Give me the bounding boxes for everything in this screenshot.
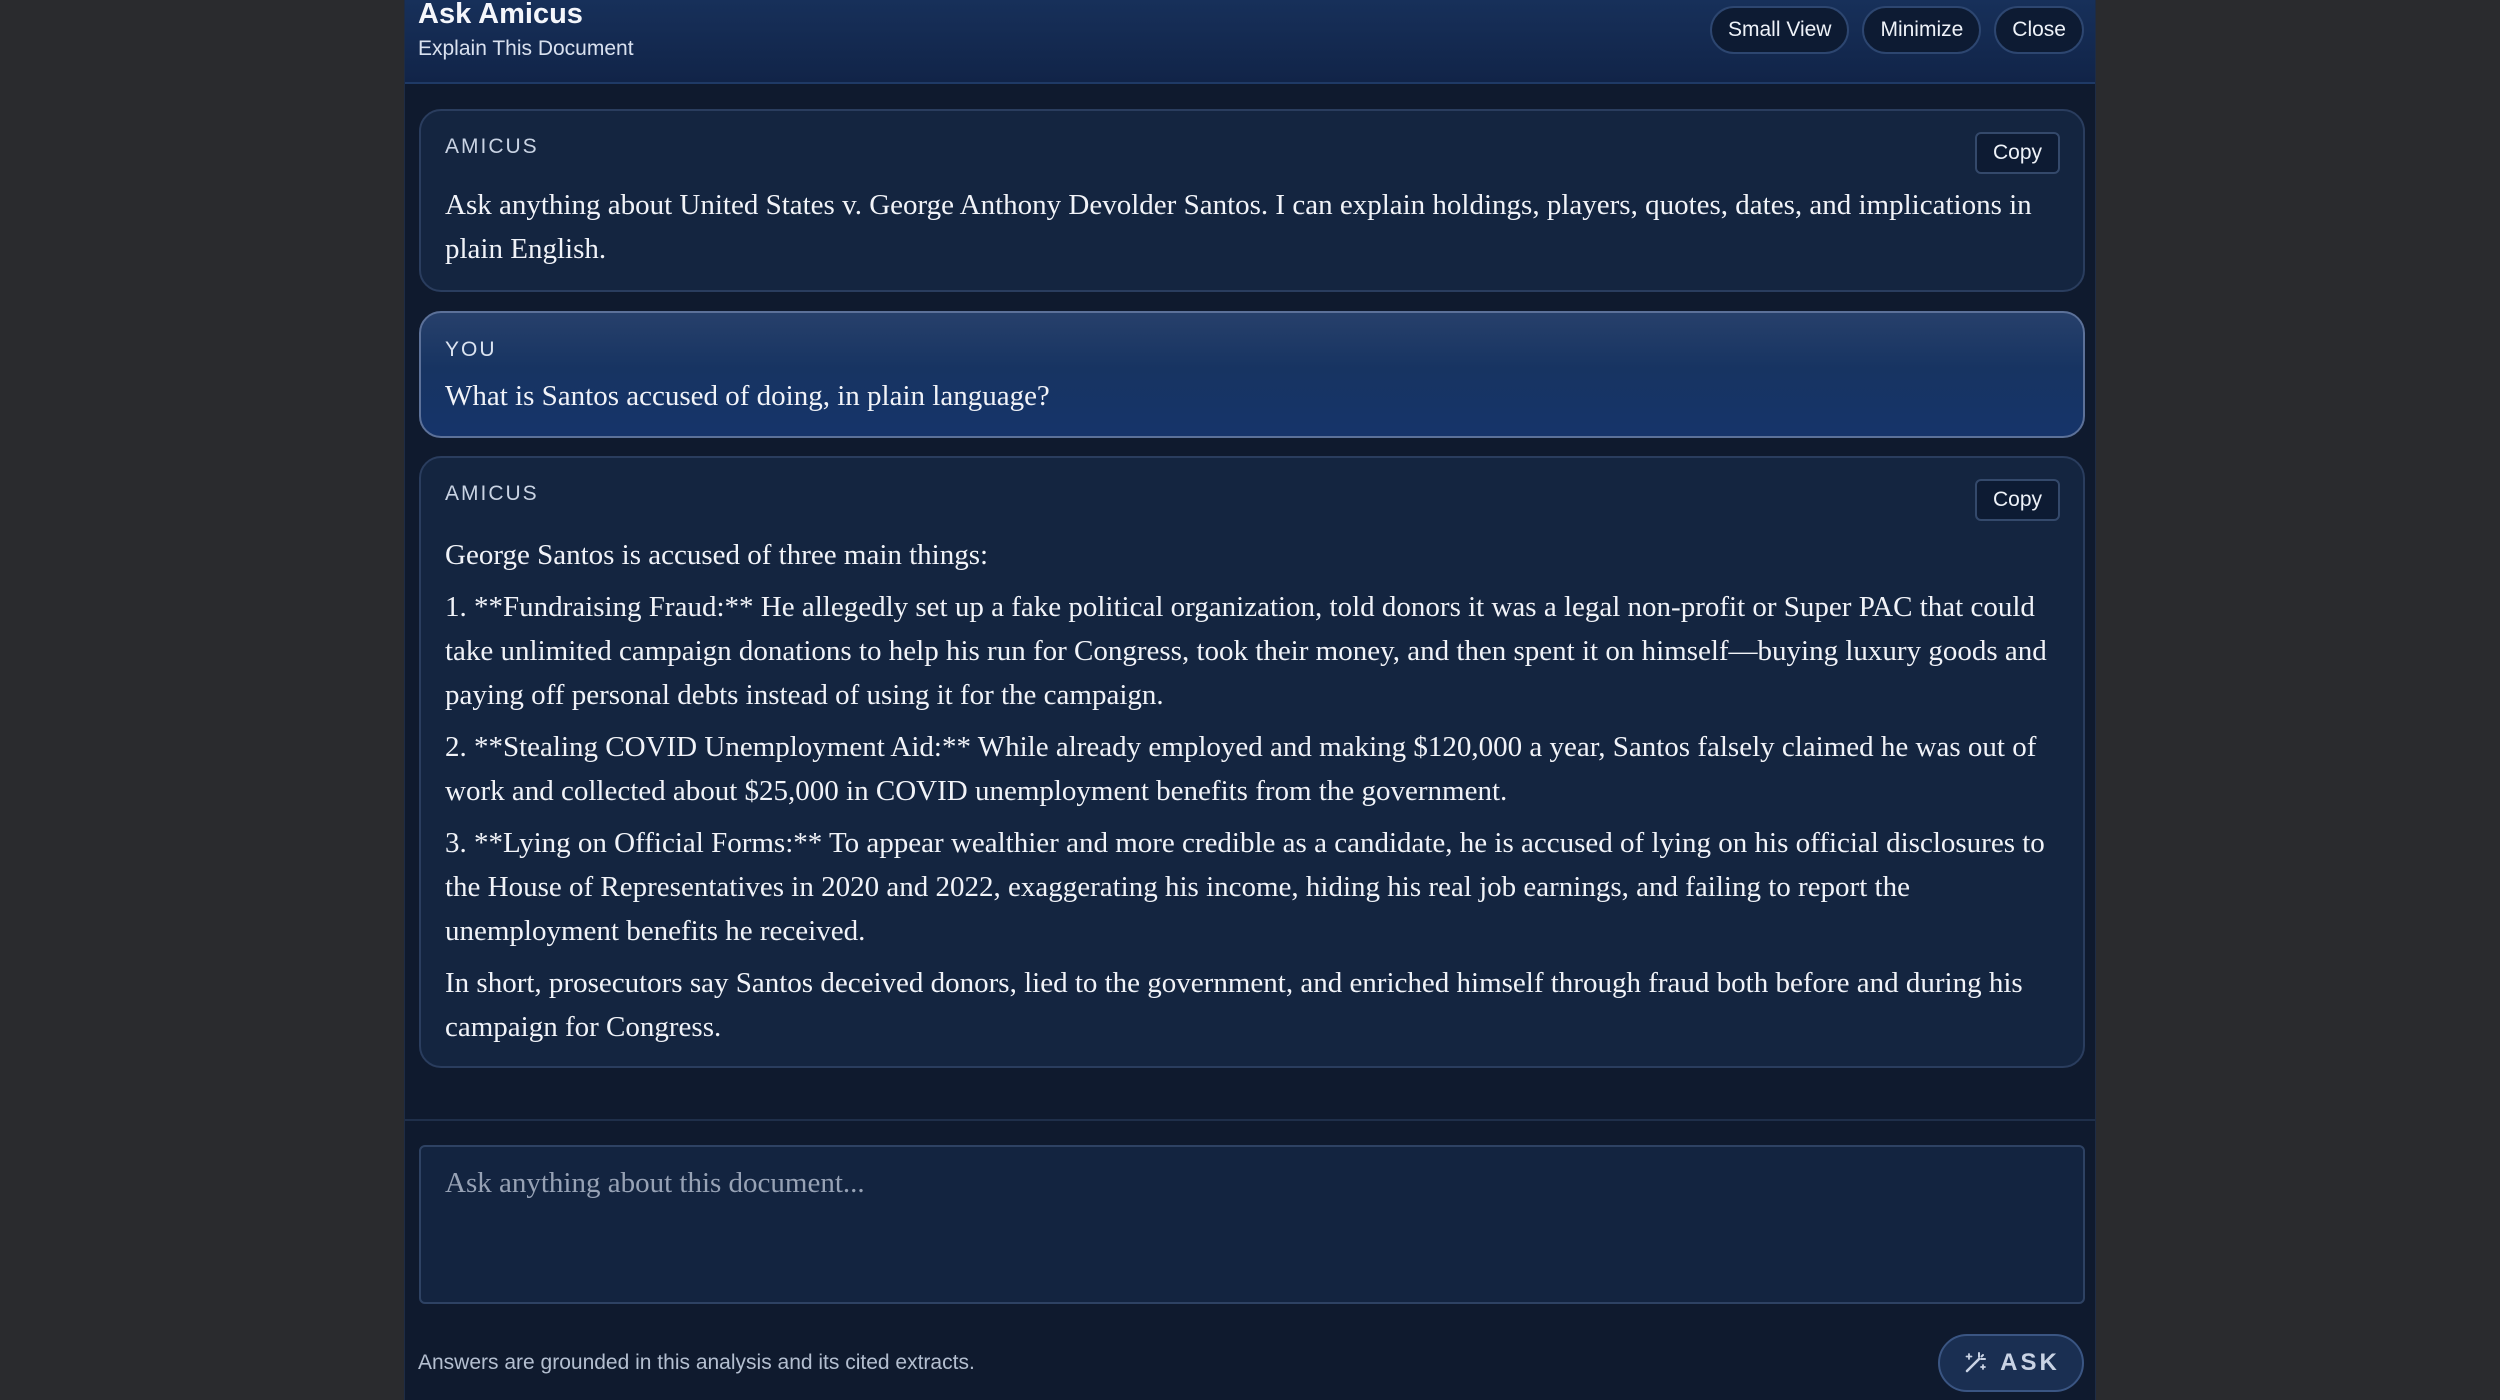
user-message: YOU What is Santos accused of doing, in … [419, 311, 2085, 438]
composer-divider [405, 1119, 2095, 1121]
message-paragraph: Ask anything about United States v. Geor… [445, 189, 2032, 265]
ask-button-label: ASK [2000, 1349, 2060, 1376]
copy-button[interactable]: Copy [1974, 479, 2060, 521]
message-paragraph: George Santos is accused of three main t… [445, 539, 989, 571]
ask-amicus-panel: Ask Amicus Explain This Document Small V… [404, 0, 2096, 1400]
message-body: What is Santos accused of doing, in plai… [445, 374, 2063, 426]
message-role-label: YOU [445, 338, 497, 361]
panel-subtitle: Explain This Document [418, 37, 634, 60]
minimize-button[interactable]: Minimize [1862, 6, 1982, 54]
grounding-note: Answers are grounded in this analysis an… [418, 1351, 975, 1374]
panel-header: Ask Amicus Explain This Document Small V… [405, 0, 2095, 84]
message-paragraph: In short, prosecutors say Santos deceive… [445, 967, 2023, 1043]
question-input[interactable] [419, 1145, 2085, 1304]
small-view-button[interactable]: Small View [1709, 6, 1850, 54]
message-paragraph: What is Santos accused of doing, in plai… [445, 380, 1050, 412]
close-button[interactable]: Close [1994, 6, 2084, 54]
message-role-label: AMICUS [445, 482, 539, 505]
header-actions: Small View Minimize Close [1709, 6, 2084, 54]
message-paragraph: 2. **Stealing COVID Unemployment Aid:** … [445, 731, 2037, 807]
panel-title: Ask Amicus [418, 0, 583, 30]
magic-wand-icon [1962, 1350, 1988, 1376]
copy-button[interactable]: Copy [1974, 132, 2060, 174]
message-paragraph: 1. **Fundraising Fraud:** He allegedly s… [445, 591, 2047, 711]
assistant-message: AMICUS Copy Ask anything about United St… [419, 109, 2085, 292]
message-paragraph: 3. **Lying on Official Forms:** To appea… [445, 827, 2045, 947]
message-body: Ask anything about United States v. Geor… [445, 183, 2063, 279]
message-role-label: AMICUS [445, 135, 539, 158]
message-body: George Santos is accused of three main t… [445, 533, 2063, 1057]
ask-button[interactable]: ASK [1938, 1334, 2084, 1392]
assistant-message: AMICUS Copy George Santos is accused of … [419, 456, 2085, 1068]
